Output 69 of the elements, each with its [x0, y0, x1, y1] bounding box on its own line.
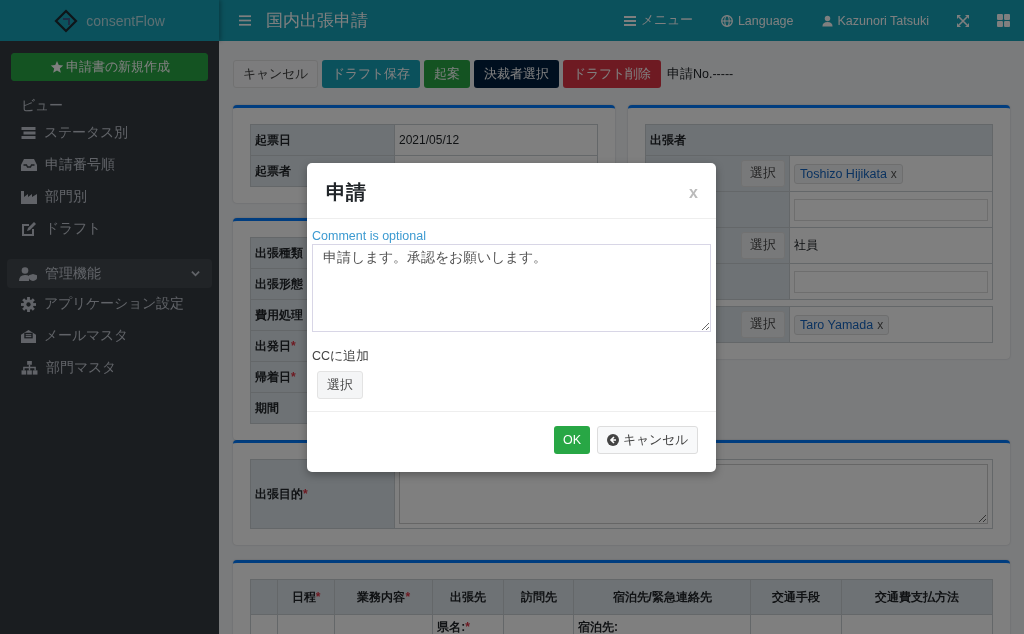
sidebar-item[interactable]: ドラフト — [7, 213, 212, 245]
brand-name: consentFlow — [86, 12, 165, 29]
menu-icon[interactable] — [239, 15, 251, 26]
sidebar-item-label[interactable]: メールマスタ — [44, 327, 128, 345]
page-title: 国内出張申請 — [266, 10, 368, 32]
column-header: 訪問先 — [503, 579, 574, 615]
column-header: 宿泊先/緊急連絡先 — [573, 579, 751, 615]
toolbar-button[interactable]: 決裁者選択 — [474, 60, 559, 88]
list-icon — [21, 126, 36, 140]
nav-link[interactable]: Language — [720, 13, 794, 28]
globe-icon — [720, 14, 733, 27]
sidebar-item[interactable]: 申請番号順 — [7, 149, 212, 181]
envelope-icon — [21, 328, 36, 344]
section-header: 出張者 — [645, 124, 993, 156]
ok-button[interactable]: OK — [553, 426, 590, 454]
factory-icon — [21, 190, 37, 204]
toolbar-button[interactable]: 起案 — [424, 60, 470, 88]
column-header: 業務内容* — [334, 579, 433, 615]
sidebar-item[interactable]: 部門マスタ — [7, 352, 212, 384]
select-button[interactable]: 選択 — [317, 371, 363, 399]
grid-icon[interactable] — [997, 14, 1010, 27]
column-header: 交通手段 — [750, 579, 842, 615]
new-application-button[interactable]: 申請書の新規作成 — [11, 53, 208, 81]
menu-icon — [623, 14, 636, 27]
toolbar-button[interactable]: キャンセル — [233, 60, 318, 88]
column-header: 交通費支払方法 — [841, 579, 993, 615]
remove-button[interactable]: x — [877, 317, 884, 332]
sidebar-item[interactable]: ステータス別 — [7, 117, 212, 149]
sidebar-item-label[interactable]: 部門別 — [45, 188, 87, 206]
nav-link[interactable]: メニュー — [623, 12, 693, 29]
nav-link-label[interactable]: Language — [737, 13, 794, 28]
field-value: 社員 — [794, 238, 818, 252]
select-button[interactable]: 選択 — [741, 311, 785, 338]
select-button[interactable]: 選択 — [741, 160, 785, 187]
nav-link-label[interactable]: メニュー — [640, 12, 693, 29]
sidebar-item-label[interactable]: 部門マスタ — [46, 359, 116, 377]
inbox-icon — [21, 158, 37, 172]
sitemap-icon — [21, 360, 38, 376]
sidebar-item[interactable]: メールマスタ — [7, 320, 212, 352]
user-shield-icon — [19, 266, 37, 281]
person-name: Toshizo Hijikata — [800, 166, 887, 181]
sidebar-item[interactable]: 部門別 — [7, 181, 212, 213]
field-label: 県名:* — [437, 620, 471, 634]
star-icon — [49, 60, 64, 74]
cancel-button[interactable]: キャンセル — [597, 426, 698, 454]
field-label: 宿泊先: — [577, 620, 618, 634]
fullscreen-icon[interactable] — [957, 14, 969, 27]
user-icon — [821, 14, 833, 27]
edit-icon — [21, 221, 37, 237]
comment-field[interactable]: 申請します。承認をお願いします。 — [312, 244, 711, 332]
purpose-field[interactable] — [399, 464, 988, 524]
toolbar-button[interactable]: ドラフト保存 — [322, 60, 420, 88]
back-arrow-icon — [607, 434, 619, 446]
select-button[interactable]: 選択 — [741, 232, 785, 259]
application-number: 申請No.----- — [667, 65, 734, 83]
sidebar-item-label[interactable]: 申請番号順 — [45, 156, 115, 174]
column-header: 日程* — [277, 579, 335, 615]
field-value: 2021/05/12 — [399, 133, 460, 147]
column-header: 出張先 — [432, 579, 504, 615]
sidebar-item-label[interactable]: ドラフト — [45, 220, 101, 238]
field-label: 起票日 — [250, 124, 395, 156]
sidebar-section-header: ビュー — [20, 97, 64, 115]
sidebar-item-label[interactable]: ステータス別 — [44, 124, 128, 142]
remove-button[interactable]: x — [890, 166, 897, 181]
logo-icon — [54, 8, 79, 33]
person-name: Taro Yamada — [800, 317, 874, 332]
gear-icon — [21, 296, 36, 312]
close-button[interactable]: x — [689, 183, 698, 202]
toolbar-button[interactable]: ドラフト削除 — [563, 60, 661, 88]
